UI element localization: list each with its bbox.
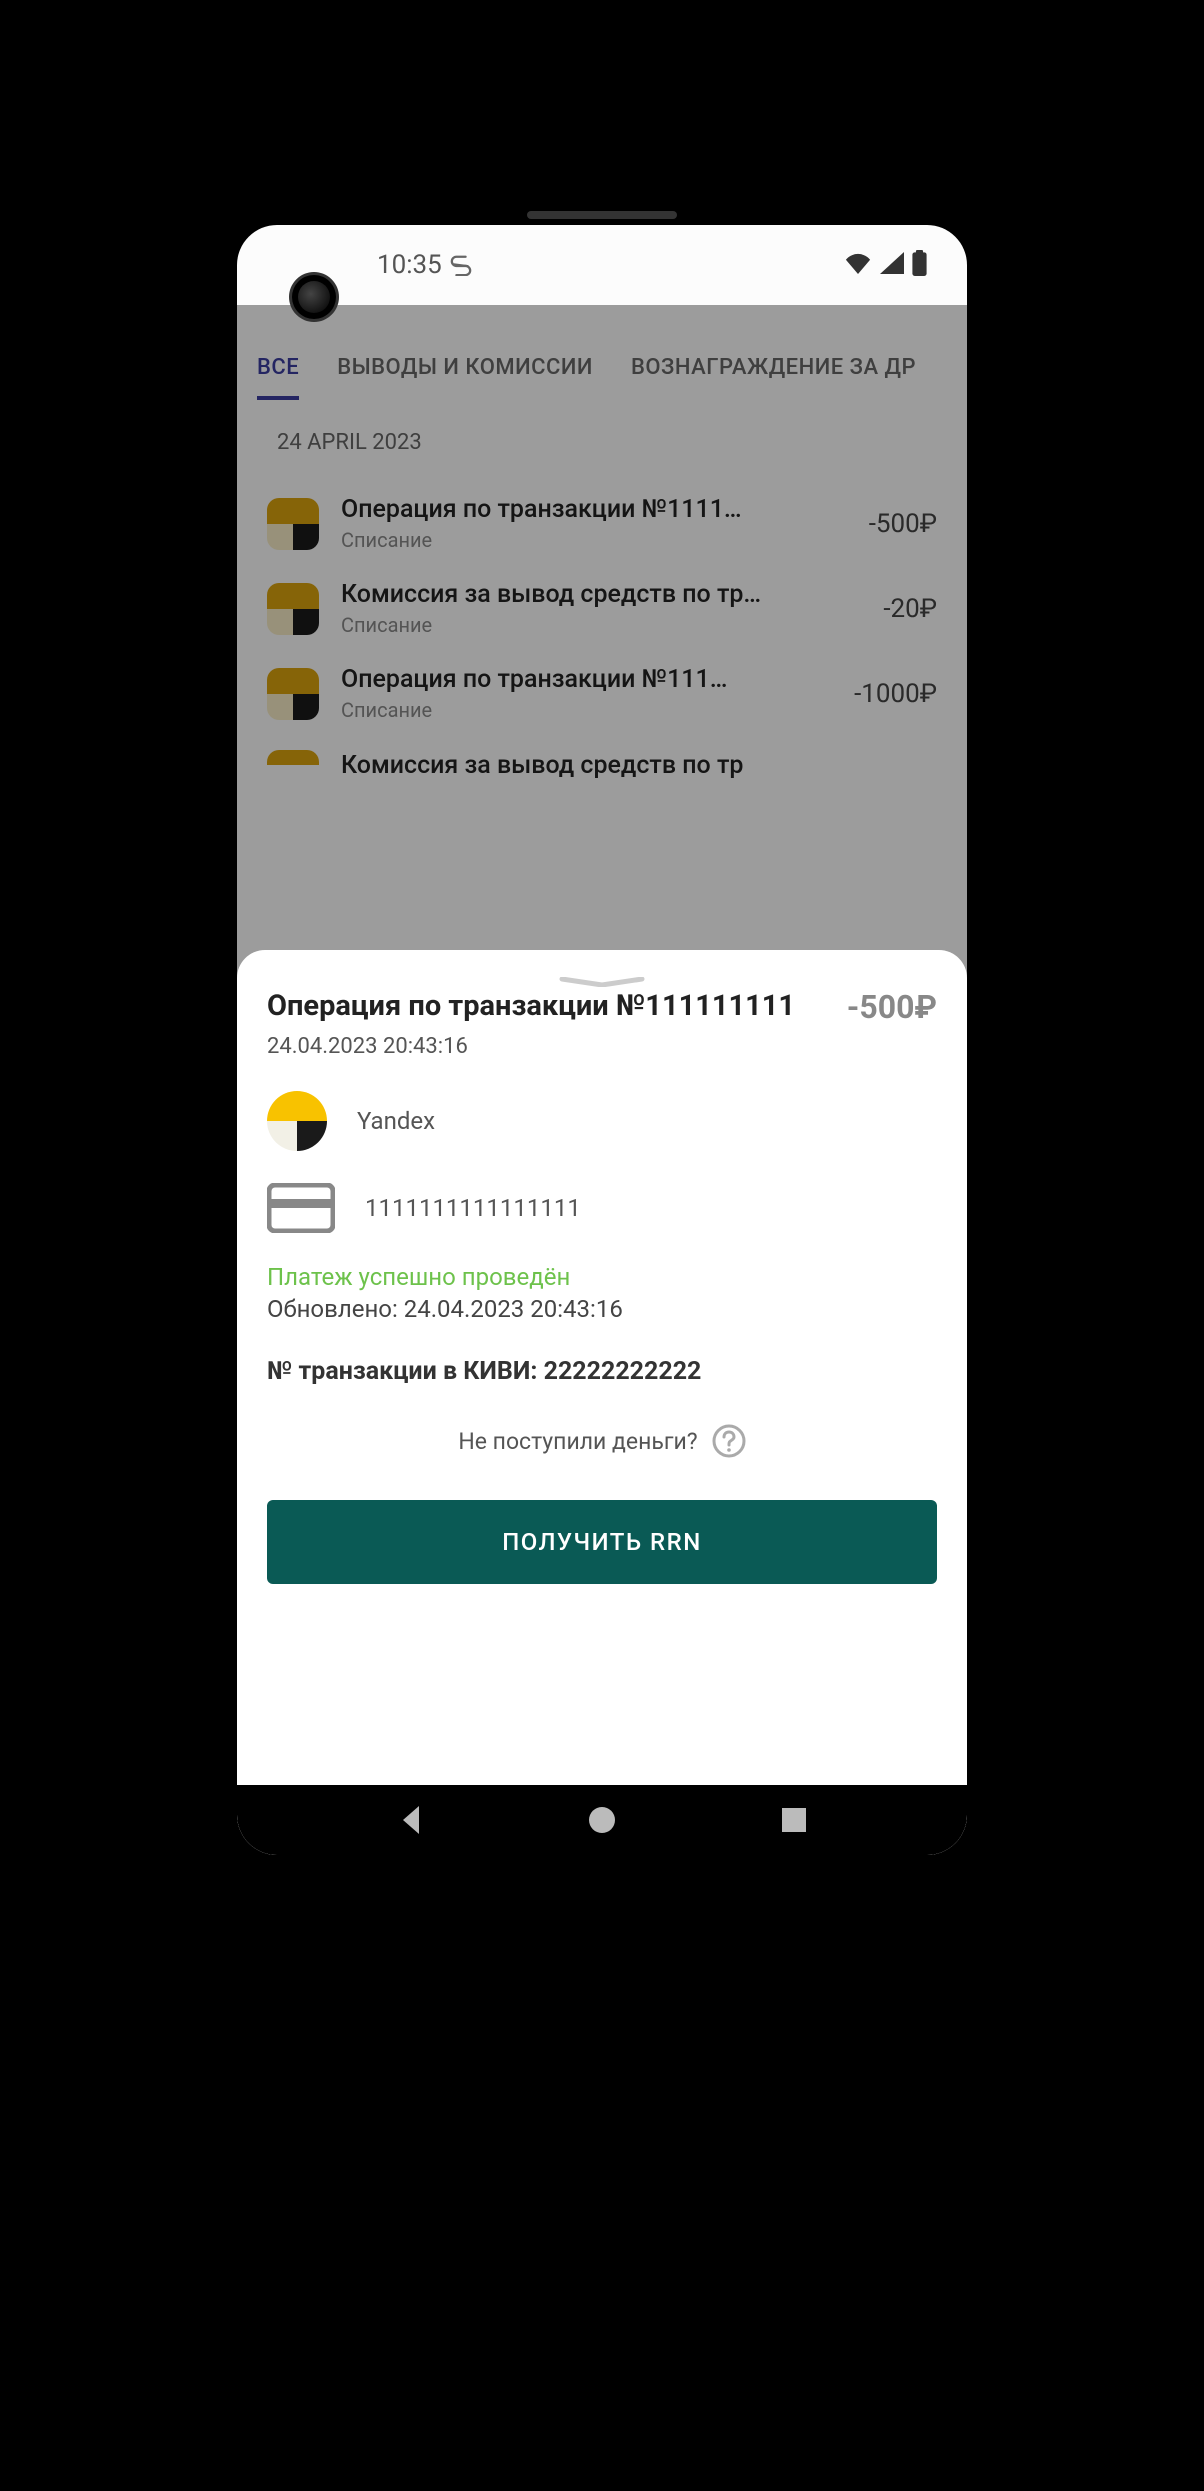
merchant-logo-icon [267, 1091, 327, 1151]
signal-icon [880, 252, 904, 278]
screen: 10:35 ВСЕ ВЫВОДЫ И КОМИССИИ ВОЗНАГРАЖДЕН… [237, 225, 967, 1855]
wifi-icon [844, 252, 872, 278]
status-time: 10:35 [377, 250, 442, 280]
status-bar: 10:35 [237, 225, 967, 305]
help-text: Не поступили деньги? [458, 1428, 697, 1455]
camera-punch-hole [292, 275, 336, 319]
qiwi-transaction-line: № транзакции в КИВИ: 22222222222 [267, 1357, 937, 1386]
phone-speaker [527, 211, 677, 219]
back-button[interactable] [393, 1802, 429, 1838]
payment-status-success: Платеж успешно проведён [267, 1263, 937, 1291]
qiwi-label: № транзакции в КИВИ: [267, 1357, 544, 1386]
android-nav-bar [237, 1785, 967, 1855]
card-row: 1111111111111111 [267, 1183, 937, 1233]
sheet-datetime: 24.04.2023 20:43:16 [267, 1034, 937, 1059]
home-button[interactable] [584, 1802, 620, 1838]
battery-icon [912, 250, 927, 280]
payment-status-updated: Обновлено: 24.04.2023 20:43:16 [267, 1295, 937, 1323]
transaction-detail-sheet: Операция по транзакции №111111111 -500₽ … [237, 950, 967, 1785]
sheet-amount: -500₽ [847, 988, 937, 1026]
get-rrn-button[interactable]: ПОЛУЧИТЬ RRN [267, 1500, 937, 1584]
merchant-row: Yandex [267, 1091, 937, 1151]
help-icon[interactable] [712, 1424, 746, 1458]
help-row[interactable]: Не поступили деньги? [267, 1424, 937, 1458]
card-icon [267, 1183, 335, 1233]
merchant-name: Yandex [357, 1107, 435, 1135]
card-number: 1111111111111111 [365, 1194, 581, 1222]
sheet-title: Операция по транзакции №111111111 [267, 988, 827, 1024]
phone-frame: 10:35 ВСЕ ВЫВОДЫ И КОМИССИИ ВОЗНАГРАЖДЕН… [212, 200, 992, 1880]
status-icon-s [450, 254, 472, 276]
drag-handle-icon[interactable] [558, 972, 646, 982]
qiwi-value: 22222222222 [544, 1357, 702, 1386]
recents-button[interactable] [776, 1802, 812, 1838]
